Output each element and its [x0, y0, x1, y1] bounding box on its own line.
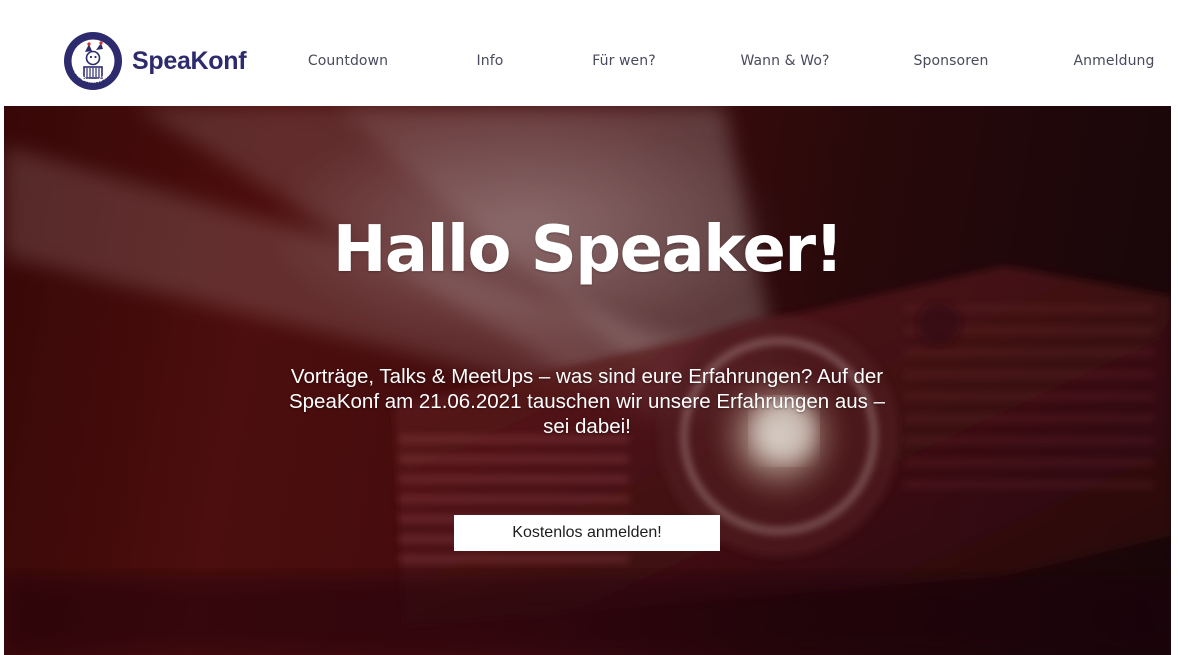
- nav-item-sponsoren[interactable]: Sponsoren: [914, 52, 989, 70]
- nav-item-info[interactable]: Info: [477, 52, 504, 70]
- nav-item-countdown[interactable]: Countdown: [308, 52, 388, 70]
- hero-section: Hallo Speaker! Vorträge, Talks & MeetUps…: [4, 106, 1171, 655]
- hero-description: Vorträge, Talks & MeetUps – was sind eur…: [288, 365, 886, 438]
- nav-item-fuer-wen[interactable]: Für wen?: [592, 52, 656, 70]
- hero-title: Hallo Speaker!: [332, 213, 844, 287]
- nav-item-anmeldung[interactable]: Anmeldung: [1073, 52, 1154, 70]
- main-navigation: Countdown Info Für wen? Wann & Wo? Spons…: [0, 0, 1178, 106]
- nav-item-wann-wo[interactable]: Wann & Wo?: [740, 52, 829, 70]
- site-header: FÜR DARMSTADT SpeaKonf Countdown Info Fü…: [0, 0, 1178, 106]
- register-free-button[interactable]: Kostenlos anmelden!: [454, 515, 720, 551]
